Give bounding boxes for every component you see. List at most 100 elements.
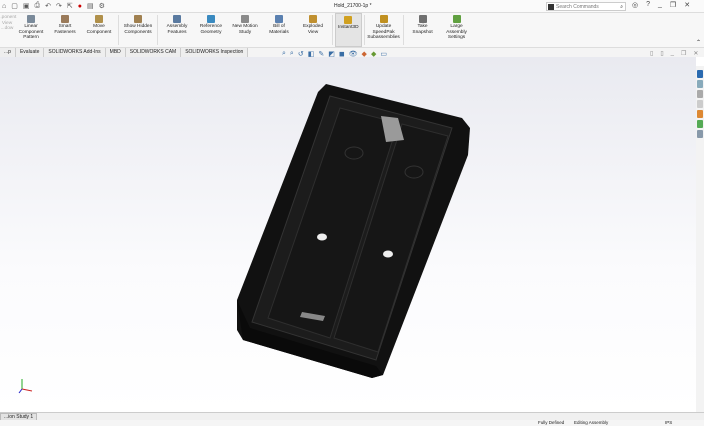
collapse-ribbon-icon[interactable]: ⌃ xyxy=(696,39,701,46)
ribbon-icon xyxy=(61,15,69,23)
close-button[interactable]: ✕ xyxy=(684,1,690,9)
status-bar: Fully Defined Editing Assembly IPS xyxy=(0,420,704,426)
section-view-icon[interactable]: ◧ xyxy=(308,50,315,58)
command-manager-ribbon: ...ponent View ...dow Linear Component P… xyxy=(0,13,704,48)
ribbon-icon xyxy=(27,15,35,23)
tab-solidworks-add-ins[interactable]: SOLIDWORKS Add-Ins xyxy=(44,48,106,57)
ribbon-label: Smart Fasteners xyxy=(54,24,76,35)
resources-icon[interactable] xyxy=(697,70,703,78)
ribbon-separator xyxy=(332,15,333,45)
tab-evaluate[interactable]: Evaluate xyxy=(15,48,45,57)
ribbon-icon xyxy=(241,15,249,23)
ribbon-button-take-snapshot[interactable]: Take Snapshot xyxy=(406,13,440,47)
ribbon-button-new-motion-study[interactable]: New Motion Study xyxy=(228,13,262,47)
ribbon-icon xyxy=(309,15,317,23)
ribbon-button-bill-of-materials[interactable]: Bill of Materials xyxy=(262,13,296,47)
appearances-icon[interactable] xyxy=(697,110,703,118)
redo-icon[interactable]: ↷ xyxy=(56,2,62,10)
appearance-icon[interactable]: ◆ xyxy=(362,50,367,58)
view-orientation-icon[interactable]: ◩ xyxy=(328,50,335,58)
tab-solidworks-cam[interactable]: SOLIDWORKS CAM xyxy=(125,48,182,57)
ribbon-icon xyxy=(134,15,142,23)
ribbon-label: Bill of Materials xyxy=(269,24,289,35)
ribbon-label: Large Assembly Settings xyxy=(446,24,467,40)
ribbon-icon xyxy=(275,15,283,23)
view-palette-icon[interactable] xyxy=(697,100,703,108)
ribbon-button-smart-fasteners[interactable]: Smart Fasteners xyxy=(48,13,82,47)
search-placeholder: Search Commands xyxy=(556,3,599,10)
ribbon-button-large-assembly-settings[interactable]: Large Assembly Settings xyxy=(440,13,474,47)
design-library-icon[interactable] xyxy=(697,80,703,88)
display-style-icon[interactable]: ◼ xyxy=(339,50,345,58)
ribbon-separator xyxy=(118,15,119,45)
document-title: Hold_21700-1p * xyxy=(334,3,372,9)
title-bar: ⌂ ▢ ▣ ⎙ ↶ ↷ ⇱ ● ▤ ⚙ Hold_21700-1p * Sear… xyxy=(0,0,704,13)
minimize-button[interactable]: _ xyxy=(658,1,662,9)
viewport-close[interactable]: ✕ xyxy=(693,50,698,57)
ribbon-label: Reference Geometry xyxy=(199,24,223,35)
ribbon-label: Assembly Features xyxy=(166,24,188,35)
units-selector[interactable]: IPS xyxy=(665,420,672,425)
solidworks-icon xyxy=(548,3,554,10)
ribbon-icon xyxy=(379,15,388,23)
search-commands-input[interactable]: Search Commands ⌕ xyxy=(546,2,626,11)
print-icon[interactable]: ⎙ xyxy=(34,2,40,10)
bottom-tabs: ...ion Study 1 xyxy=(0,412,704,421)
scene-icon[interactable]: ◆ xyxy=(371,50,376,58)
user-icon[interactable]: ◎ xyxy=(632,1,638,9)
split-view-icon[interactable]: ▯ xyxy=(650,50,653,57)
ribbon-label: Move Component xyxy=(86,24,112,35)
dynamic-annotation-icon[interactable]: ✎ xyxy=(318,50,324,58)
previous-view-icon[interactable]: ↺ xyxy=(298,50,304,58)
search-icon[interactable]: ⌕ xyxy=(620,4,625,10)
ribbon-button-linear-component-pattern[interactable]: Linear Component Pattern xyxy=(14,13,48,47)
status-defined: Fully Defined xyxy=(538,420,565,425)
restore-button[interactable]: ❐ xyxy=(670,1,676,9)
rebuild-icon[interactable]: ● xyxy=(78,3,82,10)
ribbon-button-reference-geometry[interactable]: Reference Geometry xyxy=(194,13,228,47)
new-file-icon[interactable]: ▢ xyxy=(11,2,18,10)
tab--p[interactable]: ...p xyxy=(0,48,16,57)
ribbon-label: Instant3D xyxy=(338,25,359,30)
tab-solidworks-inspection[interactable]: SOLIDWORKS Inspection xyxy=(181,48,249,57)
graphics-area[interactable] xyxy=(0,57,696,412)
viewport-window-controls: ▯ ▯ _ ❐ ✕ xyxy=(650,50,698,57)
forum-icon[interactable] xyxy=(697,130,703,138)
custom-properties-icon[interactable] xyxy=(697,120,703,128)
split-view-2-icon[interactable]: ▯ xyxy=(660,50,663,57)
file-explorer-icon[interactable] xyxy=(697,90,703,98)
battery-holder-model[interactable] xyxy=(0,57,696,412)
ribbon-button-move-component[interactable]: Move Component xyxy=(82,13,116,47)
tab-mbd[interactable]: MBD xyxy=(105,48,126,57)
ribbon-button-update-speedpak-subassemblies[interactable]: Update SpeedPak Subassemblies xyxy=(367,13,401,47)
viewport-minimize[interactable]: _ xyxy=(671,50,674,57)
ribbon-label: New Motion Study xyxy=(232,24,258,35)
status-mode: Editing Assembly xyxy=(574,420,609,425)
ribbon-icon xyxy=(95,15,103,23)
zoom-to-fit-icon[interactable]: ⌕ xyxy=(282,50,286,58)
zoom-area-icon[interactable]: ⌕ xyxy=(290,50,294,58)
task-pane xyxy=(696,66,704,412)
ribbon-button-show-hidden-components[interactable]: Show Hidden Components xyxy=(121,13,155,47)
view-settings-icon[interactable]: ▭ xyxy=(380,50,387,58)
ribbon-separator xyxy=(363,15,365,45)
help-icon[interactable]: ? xyxy=(646,1,650,9)
ribbon-icon xyxy=(344,16,353,24)
viewport-restore[interactable]: ❐ xyxy=(681,50,686,57)
undo-icon[interactable]: ↶ xyxy=(45,2,51,10)
ribbon-icon xyxy=(207,15,215,23)
ribbon-label: Show Hidden Components xyxy=(123,24,153,35)
ribbon-icon xyxy=(418,15,427,23)
ribbon-separator xyxy=(402,15,404,45)
save-icon[interactable]: ▣ xyxy=(23,2,30,10)
ribbon-button-instant3d[interactable]: Instant3D xyxy=(335,13,362,47)
options-icon[interactable]: ⚙ xyxy=(99,2,105,10)
ribbon-partial-item[interactable]: ...ponent View ...dow xyxy=(0,13,16,47)
ribbon-button-exploded-view[interactable]: Exploded View xyxy=(296,13,330,47)
ribbon-separator xyxy=(157,15,158,45)
select-icon[interactable]: ⇱ xyxy=(67,2,73,10)
ribbon-button-assembly-features[interactable]: Assembly Features xyxy=(160,13,194,47)
hide-show-icon[interactable]: 👁 xyxy=(349,50,358,58)
home-icon[interactable]: ⌂ xyxy=(2,3,6,10)
file-properties-icon[interactable]: ▤ xyxy=(87,2,94,10)
